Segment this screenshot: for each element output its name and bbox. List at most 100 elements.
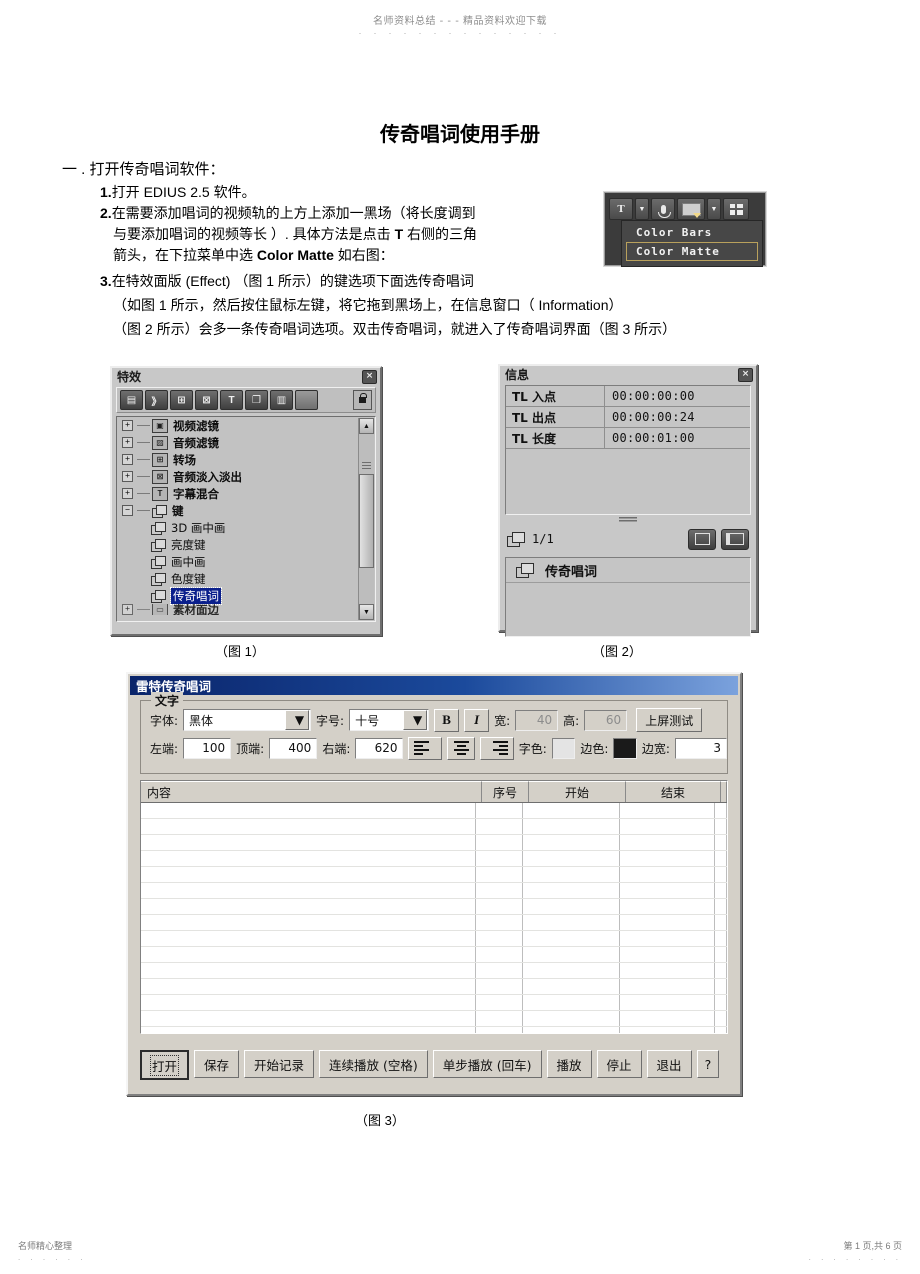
align-center-button[interactable] — [446, 736, 476, 760]
table-row[interactable] — [141, 1011, 727, 1027]
table-row[interactable] — [141, 979, 727, 995]
font-size-select[interactable]: 十号 ▼ — [349, 709, 430, 731]
audio-fade-icon[interactable]: ⊠ — [195, 390, 218, 410]
start-record-button[interactable]: 开始记录 — [244, 1050, 315, 1078]
tree-item-chuanqi-changci[interactable]: 传奇唱词 — [117, 586, 375, 605]
tree-item-pip[interactable]: 画中画 — [117, 553, 375, 570]
scrollbar-thumb[interactable] — [359, 474, 374, 568]
cell-content[interactable] — [141, 963, 476, 978]
cell-end[interactable] — [620, 851, 715, 866]
tree-item-3d-pip[interactable]: 3D 画中画 — [117, 519, 375, 536]
cell-index[interactable] — [476, 899, 523, 914]
cell-start[interactable] — [523, 1011, 620, 1026]
column-header-end[interactable]: 结束 — [626, 781, 721, 802]
table-row[interactable] — [141, 1027, 727, 1033]
cell-content[interactable] — [141, 979, 476, 994]
cell-end[interactable] — [620, 835, 715, 850]
cell-index[interactable] — [476, 835, 523, 850]
table-row[interactable] — [141, 883, 727, 899]
cell-start[interactable] — [523, 915, 620, 930]
cell-start[interactable] — [523, 1027, 620, 1033]
text-color-swatch[interactable] — [551, 737, 576, 759]
tree-item-audio-filter[interactable]: + ▨ 音频滤镜 — [117, 434, 375, 451]
cell-content[interactable] — [141, 995, 476, 1010]
filmstrip-icon[interactable]: ▤ — [120, 390, 143, 410]
cell-index[interactable] — [476, 1011, 523, 1026]
expander-icon[interactable]: + — [122, 437, 133, 448]
italic-button[interactable]: I — [464, 708, 490, 732]
align-left-button[interactable] — [408, 736, 442, 760]
capture-monitor-icon[interactable] — [677, 198, 705, 220]
microphone-icon[interactable] — [651, 198, 675, 220]
width-field[interactable]: 40 — [515, 709, 559, 731]
cell-index[interactable] — [476, 915, 523, 930]
tree-item-chroma-key[interactable]: 色度键 — [117, 570, 375, 587]
tree-item-luminance-key[interactable]: 亮度键 — [117, 536, 375, 553]
cell-extra[interactable] — [715, 915, 727, 930]
effect-tree[interactable]: + ▣ 视频滤镜 + ▨ 音频滤镜 + ⊞ 转场 + ⊠ 音频淡入淡出 + T 字幕混合 − 键 3D… — [116, 416, 376, 622]
height-field[interactable]: 60 — [584, 709, 628, 731]
cell-content[interactable] — [141, 819, 476, 834]
list-item[interactable]: 传奇唱词 — [506, 558, 750, 583]
cell-extra[interactable] — [715, 1027, 727, 1033]
play-button[interactable]: 播放 — [546, 1050, 592, 1078]
cell-end[interactable] — [620, 915, 715, 930]
cell-start[interactable] — [523, 931, 620, 946]
step-play-button[interactable]: 单步播放 (回车) — [432, 1050, 542, 1078]
continuous-play-button[interactable]: 连续播放 (空格) — [319, 1050, 428, 1078]
table-row[interactable] — [141, 963, 727, 979]
close-icon[interactable]: × — [738, 367, 753, 382]
tree-item-transition[interactable]: + ⊞ 转场 — [117, 451, 375, 468]
cell-end[interactable] — [620, 1011, 715, 1026]
cell-start[interactable] — [523, 851, 620, 866]
cell-extra[interactable] — [715, 995, 727, 1010]
cell-start[interactable] — [523, 835, 620, 850]
table-row[interactable] — [141, 867, 727, 883]
cell-end[interactable] — [620, 931, 715, 946]
expander-icon[interactable]: + — [122, 488, 133, 499]
cell-start[interactable] — [523, 883, 620, 898]
chevron-down-icon[interactable]: ▼ — [403, 710, 428, 730]
right-field[interactable]: 620 — [355, 737, 404, 759]
transition-icon[interactable]: 》 — [145, 390, 168, 410]
table-row[interactable] — [141, 819, 727, 835]
fullscreen-grid-icon[interactable] — [723, 198, 749, 220]
audio-filter-icon[interactable]: ⊞ — [170, 390, 193, 410]
close-icon[interactable]: × — [362, 369, 377, 384]
cell-end[interactable] — [620, 979, 715, 994]
tree-item-video-filter[interactable]: + ▣ 视频滤镜 — [117, 417, 375, 434]
cell-end[interactable] — [620, 867, 715, 882]
cell-index[interactable] — [476, 819, 523, 834]
edge-color-swatch[interactable] — [613, 737, 637, 759]
cell-index[interactable] — [476, 963, 523, 978]
exit-button[interactable]: 退出 — [646, 1050, 692, 1078]
lock-icon[interactable] — [353, 390, 372, 410]
cell-content[interactable] — [141, 931, 476, 946]
cell-start[interactable] — [523, 947, 620, 962]
font-select[interactable]: 黑体 ▼ — [183, 709, 312, 731]
cell-end[interactable] — [620, 995, 715, 1010]
cell-end[interactable] — [620, 963, 715, 978]
expander-icon[interactable]: + — [122, 471, 133, 482]
column-header-content[interactable]: 内容 — [141, 781, 482, 802]
lyrics-grid-body[interactable] — [141, 803, 727, 1033]
cell-start[interactable] — [523, 803, 620, 818]
save-button[interactable]: 保存 — [194, 1050, 240, 1078]
cell-index[interactable] — [476, 979, 523, 994]
tree-item-title-mix[interactable]: + T 字幕混合 — [117, 485, 375, 502]
applied-effect-list[interactable]: 传奇唱词 — [505, 557, 751, 637]
column-header-index[interactable]: 序号 — [482, 781, 529, 802]
cell-content[interactable] — [141, 803, 476, 818]
effect-tree-scrollbar[interactable]: ▲ ▼ — [358, 418, 374, 620]
cell-end[interactable] — [620, 803, 715, 818]
cell-extra[interactable] — [715, 803, 727, 818]
title-mix-icon[interactable]: T — [220, 390, 243, 410]
column-header-extra[interactable] — [721, 781, 727, 802]
cell-index[interactable] — [476, 1027, 523, 1033]
tree-item-key[interactable]: − 键 — [117, 502, 375, 519]
expander-icon[interactable]: + — [122, 454, 133, 465]
open-button[interactable]: 打开 — [140, 1050, 190, 1080]
cell-start[interactable] — [523, 899, 620, 914]
capture-dropdown-arrow-icon[interactable]: ▼ — [707, 198, 721, 220]
lyrics-grid[interactable]: 内容 序号 开始 结束 — [140, 780, 728, 1034]
